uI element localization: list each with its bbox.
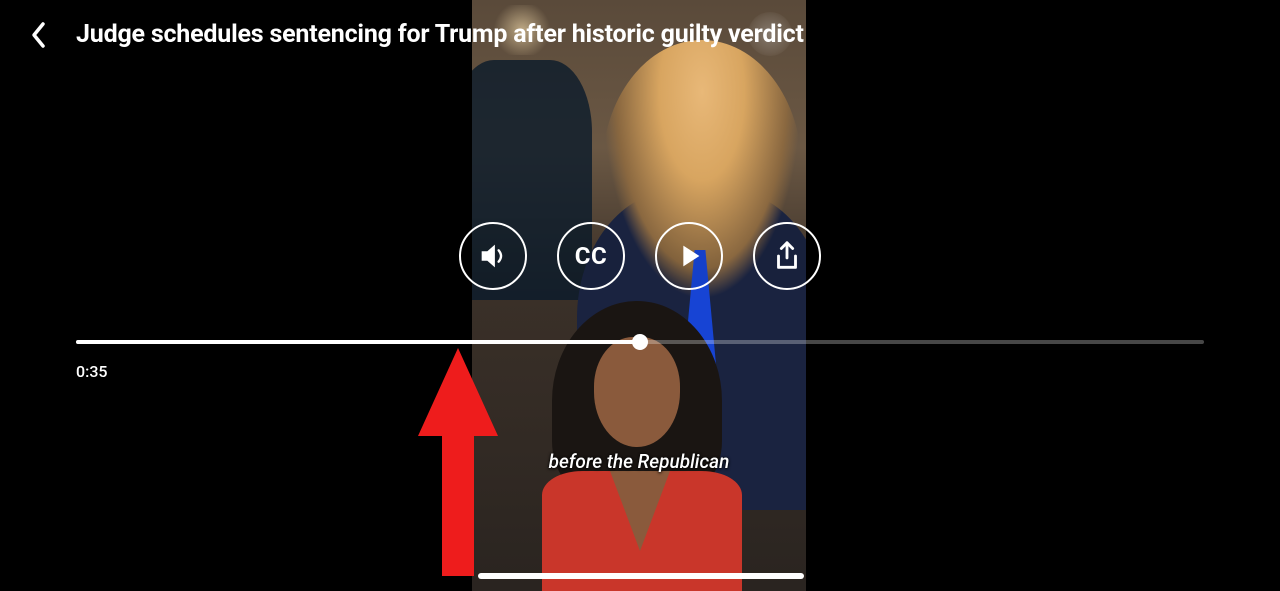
play-button[interactable] — [655, 222, 723, 290]
progress-thumb[interactable] — [632, 334, 648, 350]
captions-button[interactable]: CC — [557, 222, 625, 290]
video-caption: before the Republican — [472, 450, 806, 473]
video-frame[interactable]: before the Republican — [472, 0, 806, 591]
annotation-arrow — [418, 348, 498, 576]
progress-bar[interactable] — [76, 340, 1204, 344]
cc-label: CC — [575, 242, 607, 270]
video-controls: CC — [459, 222, 821, 290]
progress-track — [76, 340, 1204, 344]
volume-button[interactable] — [459, 222, 527, 290]
up-arrow-icon — [418, 348, 498, 576]
home-indicator — [478, 573, 804, 579]
share-icon — [770, 239, 804, 273]
progress-fill — [76, 340, 640, 344]
volume-icon — [476, 239, 510, 273]
video-header: Judge schedules sentencing for Trump aft… — [26, 20, 804, 49]
share-button[interactable] — [753, 222, 821, 290]
video-title: Judge schedules sentencing for Trump aft… — [76, 20, 804, 49]
play-icon — [672, 239, 706, 273]
back-button[interactable] — [26, 23, 50, 47]
video-timestamp: 0:35 — [76, 362, 108, 381]
chevron-left-icon — [29, 21, 47, 49]
